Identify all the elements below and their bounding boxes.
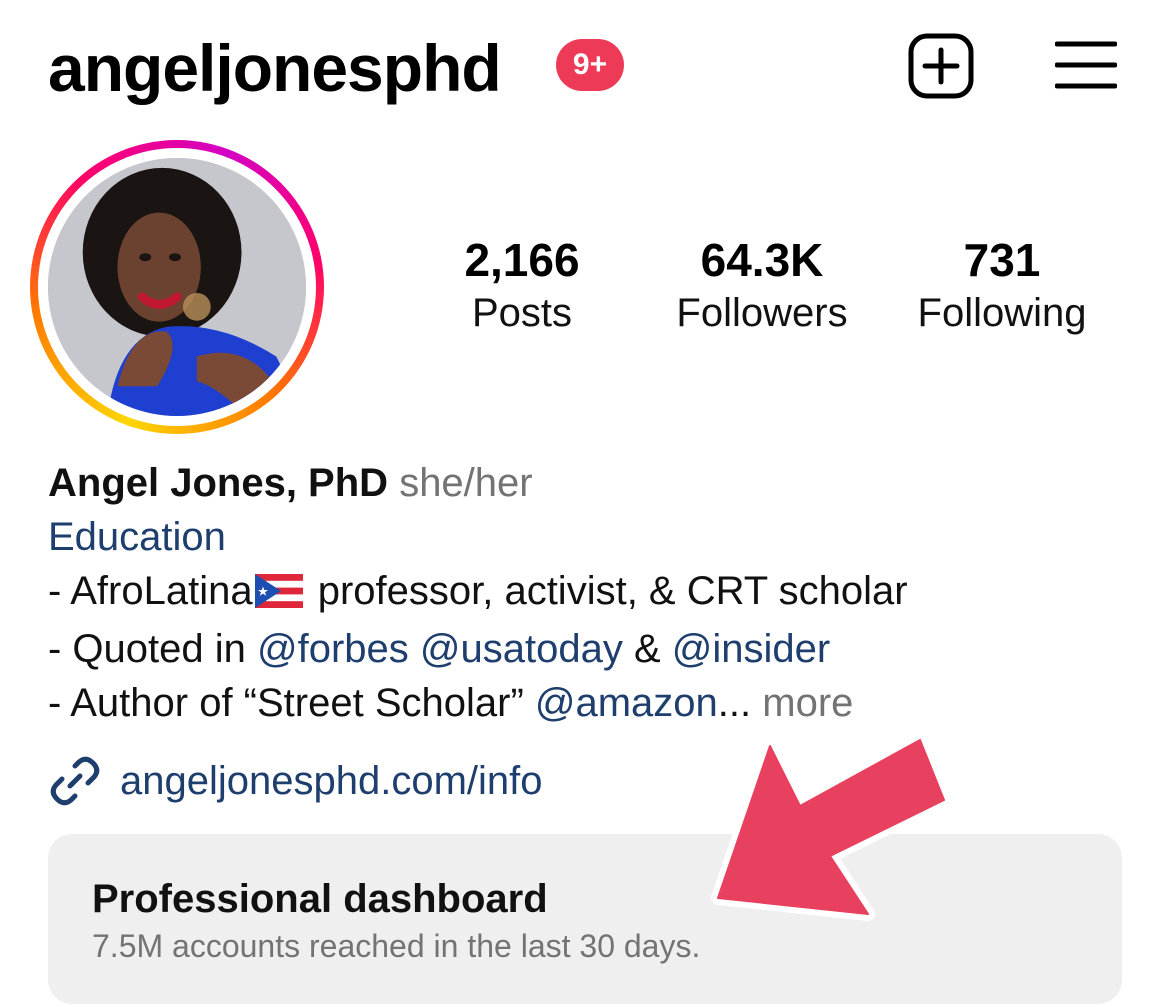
- posts-label: Posts: [471, 291, 573, 335]
- category-label[interactable]: Education: [48, 510, 1128, 564]
- dashboard-subtitle: 7.5M accounts reached in the last 30 day…: [92, 928, 701, 964]
- mention-forbes[interactable]: @forbes: [257, 627, 409, 671]
- plus-square-icon[interactable]: [908, 33, 974, 99]
- story-ring[interactable]: [30, 140, 324, 434]
- ellipsis: ...: [717, 681, 752, 725]
- followers-label: Followers: [676, 291, 848, 335]
- followers-count: 64.3K: [700, 234, 824, 286]
- pronouns: she/her: [399, 461, 533, 505]
- username-switcher[interactable]: angeljonesphd: [48, 30, 502, 106]
- bio-text: - Author of “Street Scholar”: [48, 681, 535, 725]
- professional-dashboard-card[interactable]: Professional dashboard 7.5M accounts rea…: [48, 834, 1122, 1004]
- following-label: Following: [917, 291, 1087, 335]
- hamburger-menu-icon[interactable]: [1054, 40, 1118, 90]
- notification-badge[interactable]: 9+: [556, 39, 624, 91]
- dashboard-title: Professional dashboard: [92, 877, 548, 921]
- profile-page: angeljonesphd 9+ 2,166 Posts 64.3K Follo…: [0, 0, 1170, 1007]
- bio-text: &: [622, 627, 672, 671]
- full-name: Angel Jones, PhD: [48, 461, 389, 505]
- bio-text: professor, activist, & CRT scholar: [306, 569, 908, 613]
- mention-insider[interactable]: @insider: [672, 627, 830, 671]
- posts-stat[interactable]: 2,166 Posts: [412, 232, 632, 338]
- puerto-rico-flag-icon: [254, 568, 303, 622]
- website-url[interactable]: angeljonesphd.com/info: [120, 754, 543, 808]
- avatar: [48, 158, 306, 416]
- following-stat[interactable]: 731 Following: [892, 232, 1112, 338]
- name-line: Angel Jones, PhD she/her: [48, 456, 1128, 510]
- following-count: 731: [963, 234, 1041, 286]
- profile-photo: [48, 158, 306, 416]
- bio-text: - Quoted in: [48, 627, 258, 671]
- bio-line-3: - Author of “Street Scholar” @amazon... …: [48, 676, 1128, 730]
- mention-amazon[interactable]: @amazon: [535, 681, 718, 725]
- posts-count: 2,166: [464, 234, 580, 286]
- bio-line-2: - Quoted in @forbes @usatoday & @insider: [48, 622, 1128, 676]
- website-link[interactable]: angeljonesphd.com/info: [48, 754, 543, 808]
- bio-text: - AfroLatina: [48, 569, 253, 613]
- mention-usatoday[interactable]: @usatoday: [420, 627, 623, 671]
- bio-line-1: - AfroLatina professor, activist, & CRT …: [48, 564, 1128, 622]
- followers-stat[interactable]: 64.3K Followers: [652, 232, 872, 338]
- bio: Angel Jones, PhD she/her Education - Afr…: [48, 456, 1128, 730]
- link-icon: [50, 756, 100, 806]
- more-button[interactable]: more: [762, 681, 853, 725]
